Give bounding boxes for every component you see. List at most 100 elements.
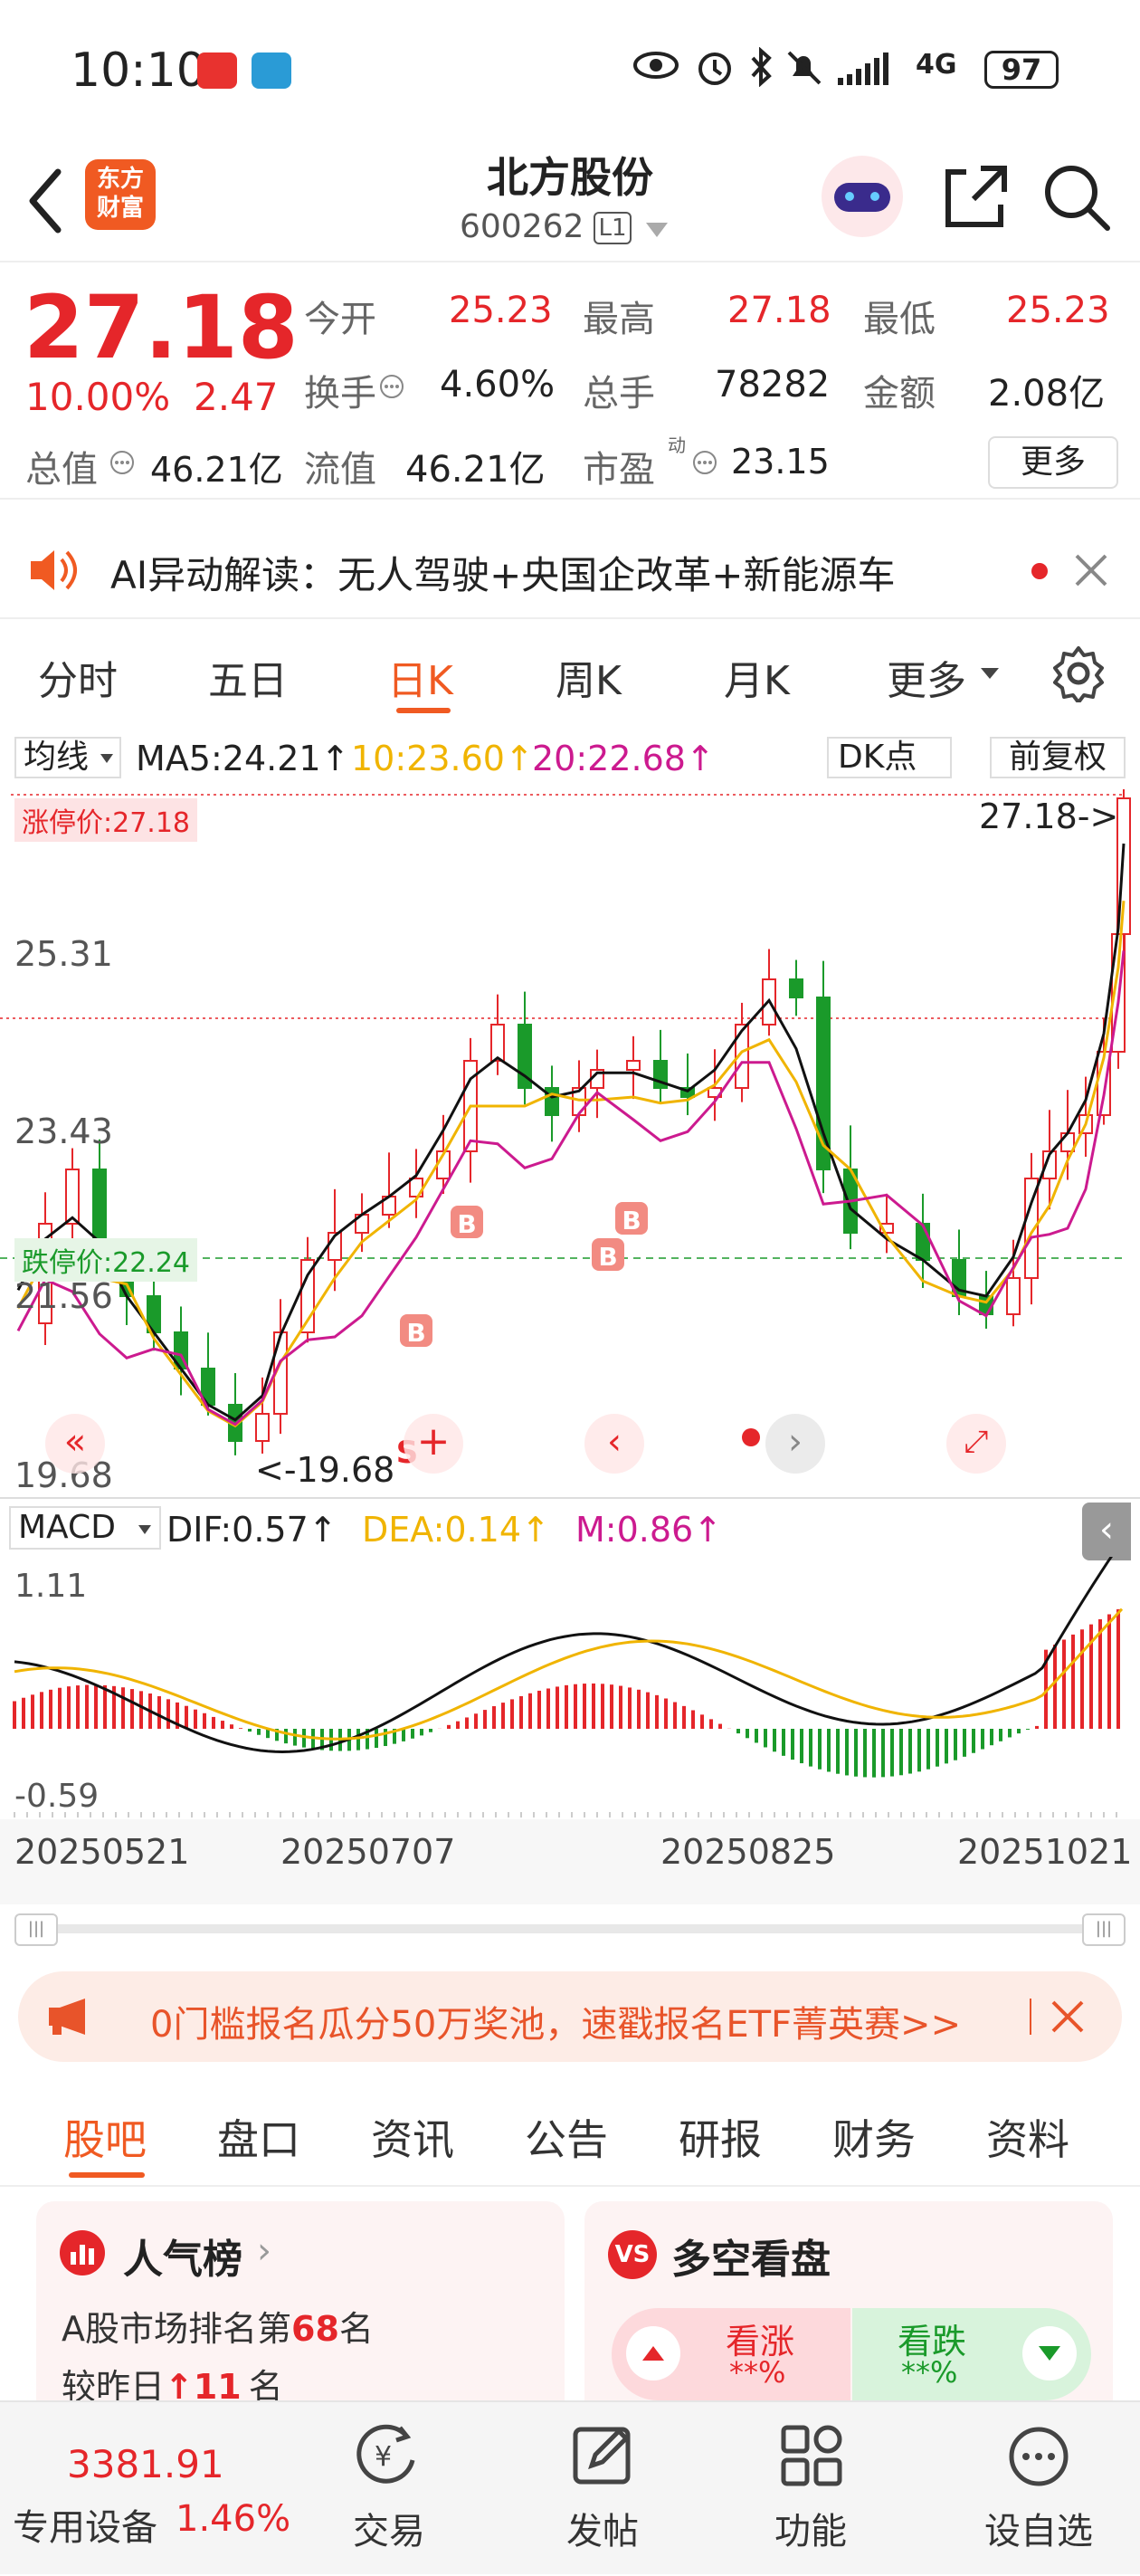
tab-research[interactable]: 研报 bbox=[679, 2107, 762, 2167]
mktcap-label: 总值 bbox=[25, 449, 98, 491]
m-value: M:0.86 bbox=[575, 1510, 694, 1550]
alarm-icon bbox=[698, 52, 731, 85]
macd-svg bbox=[13, 1540, 1124, 1818]
adjust-button[interactable]: 前复权 bbox=[990, 737, 1126, 778]
eastmoney-logo[interactable]: 东方 财富 bbox=[85, 159, 156, 230]
range-scrollbar[interactable]: ||| ||| bbox=[14, 1913, 1126, 1946]
dk-point-button[interactable]: DK点 bbox=[827, 737, 952, 778]
eye-icon bbox=[633, 52, 679, 79]
ma-bar: 均线 MA5:24.21↑ 10:23.60↑ 20:22.68↑ DK点 前复… bbox=[0, 730, 1140, 786]
range-handle-right[interactable]: ||| bbox=[1082, 1913, 1126, 1946]
sector-name: 专用设备 bbox=[13, 2507, 157, 2549]
vs-icon: VS bbox=[608, 2230, 657, 2279]
dea-value: DEA:0.14 bbox=[362, 1510, 522, 1550]
candle-body bbox=[490, 1024, 505, 1062]
tab-five-day[interactable]: 五日 bbox=[208, 648, 288, 706]
date-label-2: 20250707 bbox=[280, 1832, 456, 1872]
pe-sup: 动 bbox=[668, 434, 686, 456]
macd-selector[interactable]: MACD bbox=[9, 1506, 161, 1550]
info-tabs: 股吧 盘口 资讯 公告 研报 财务 资料 bbox=[0, 2080, 1140, 2187]
index-ticker[interactable]: 3381.91 专用设备 1.46% bbox=[0, 2402, 290, 2576]
tab-weekly-k[interactable]: 周K bbox=[556, 648, 622, 706]
unread-dot bbox=[1031, 563, 1048, 579]
popularity-card[interactable]: 人气榜 › A股市场排名第68名 较昨日↑11 名 bbox=[36, 2201, 565, 2400]
ma10-value: 10:23.60 bbox=[351, 739, 505, 778]
tab-news[interactable]: 资讯 bbox=[371, 2107, 454, 2167]
bull-value: **% bbox=[729, 2355, 786, 2390]
promo-banner[interactable]: 0门槛报名瓜分50万奖池，速戳报名ETF菁英赛>> bbox=[18, 1971, 1122, 2062]
caret-down-icon bbox=[100, 754, 113, 763]
candle-body bbox=[789, 978, 803, 998]
tab-forum[interactable]: 股吧 bbox=[63, 2107, 147, 2167]
popularity-title: 人气榜 bbox=[123, 2237, 242, 2283]
level-badge[interactable]: L1 bbox=[594, 212, 632, 244]
fullscreen-button[interactable]: ⤢ bbox=[946, 1414, 1006, 1474]
macd-chart[interactable]: 1.11 -0.59 bbox=[0, 1540, 1140, 1818]
search-icon[interactable] bbox=[1039, 159, 1115, 235]
bull-button[interactable]: 看涨 **% bbox=[612, 2308, 850, 2400]
stock-code: 600262 bbox=[460, 208, 584, 245]
buy-signal-label: B bbox=[598, 1242, 617, 1272]
add-watchlist-button[interactable]: 设自选 bbox=[966, 2402, 1111, 2576]
more-button[interactable]: 更多 bbox=[988, 436, 1118, 489]
kline-chart[interactable]: BBBBS 涨停价:27.18 27.18-> 25.31 23.43 21.5… bbox=[0, 774, 1140, 1495]
info-dots-icon[interactable] bbox=[109, 449, 136, 476]
limit-down-label: 跌停价:22.24 bbox=[14, 1238, 197, 1282]
tab-monthly-k[interactable]: 月K bbox=[724, 648, 790, 706]
battery-indicator: 97 bbox=[984, 51, 1059, 89]
tab-profile[interactable]: 资料 bbox=[986, 2107, 1069, 2167]
zoom-in-button[interactable]: + bbox=[404, 1414, 463, 1474]
scroll-left-button[interactable]: ‹ bbox=[584, 1414, 644, 1474]
info-dots-icon[interactable] bbox=[691, 449, 718, 476]
bear-button[interactable]: 看跌 **% bbox=[852, 2308, 1091, 2400]
tab-daily-k[interactable]: 日K bbox=[387, 648, 453, 706]
scroll-right-button[interactable]: › bbox=[765, 1414, 825, 1474]
post-button[interactable]: 发帖 bbox=[539, 2402, 666, 2576]
ma-selector[interactable]: 均线 bbox=[14, 737, 121, 778]
mute-bell-icon bbox=[787, 51, 822, 85]
back-arrow-icon[interactable] bbox=[22, 165, 67, 237]
tab-financials[interactable]: 财务 bbox=[832, 2107, 916, 2167]
gear-icon[interactable] bbox=[1050, 644, 1107, 702]
bull-bear-card[interactable]: VS 多空看盘 看涨 **% 看跌 **% bbox=[584, 2201, 1113, 2400]
caret-down-icon[interactable] bbox=[644, 221, 670, 239]
clock: 10:10 bbox=[71, 43, 206, 98]
megaphone-icon bbox=[49, 1999, 85, 2035]
close-icon[interactable] bbox=[1050, 1999, 1086, 2035]
ma20-value: 20:22.68 bbox=[532, 739, 686, 778]
signal-icon bbox=[838, 52, 888, 85]
volume-label: 总手 bbox=[583, 373, 655, 415]
low-marker: <-19.68 bbox=[255, 1450, 395, 1490]
tab-announcements[interactable]: 公告 bbox=[525, 2107, 608, 2167]
rank-change-line: 较昨日↑11 名 bbox=[62, 2359, 283, 2400]
change-percent: 10.00% bbox=[25, 375, 171, 419]
rank-value: 68 bbox=[291, 2309, 339, 2349]
caret-down-icon bbox=[981, 668, 999, 679]
huawei-app-icon bbox=[197, 52, 237, 89]
up-arrow-icon: ↑ bbox=[165, 2367, 194, 2400]
ai-banner-text: AI异动解读：无人驾驶+央国企改革+新能源车 bbox=[110, 553, 896, 597]
tab-more[interactable]: 更多 bbox=[887, 648, 966, 706]
tab-orderbook[interactable]: 盘口 bbox=[217, 2107, 300, 2167]
date-axis: 20250521 20250707 20250825 20251021 bbox=[0, 1819, 1140, 1904]
low-label: 最低 bbox=[863, 299, 936, 340]
ai-banner[interactable]: AI异动解读：无人驾驶+央国企改革+新能源车 bbox=[0, 520, 1140, 619]
axis-label-lower: 21.56 bbox=[14, 1276, 113, 1316]
amount-label: 金额 bbox=[863, 373, 936, 415]
close-icon[interactable] bbox=[1073, 552, 1109, 588]
header: 东方 财富 北方股份 600262 L1 bbox=[0, 145, 1140, 262]
function-button[interactable]: 功能 bbox=[747, 2402, 874, 2576]
ai-robot-avatar[interactable] bbox=[822, 156, 903, 237]
candle-body bbox=[916, 1223, 930, 1261]
bear-value: **% bbox=[901, 2355, 958, 2390]
scroll-left-fast-button[interactable]: « bbox=[45, 1414, 105, 1474]
trade-button[interactable]: ¥ 交易 bbox=[326, 2402, 452, 2576]
tab-intraday[interactable]: 分时 bbox=[38, 648, 118, 706]
triangle-down-icon bbox=[1039, 2346, 1060, 2361]
chart-tabs: 分时 五日 日K 周K 月K 更多 bbox=[0, 625, 1140, 724]
collapse-panel-button[interactable]: ‹ bbox=[1082, 1503, 1131, 1560]
share-icon[interactable] bbox=[939, 159, 1012, 232]
info-dots-icon[interactable] bbox=[378, 373, 405, 400]
range-handle-left[interactable]: ||| bbox=[14, 1913, 58, 1946]
more-circle-icon bbox=[1009, 2427, 1069, 2486]
